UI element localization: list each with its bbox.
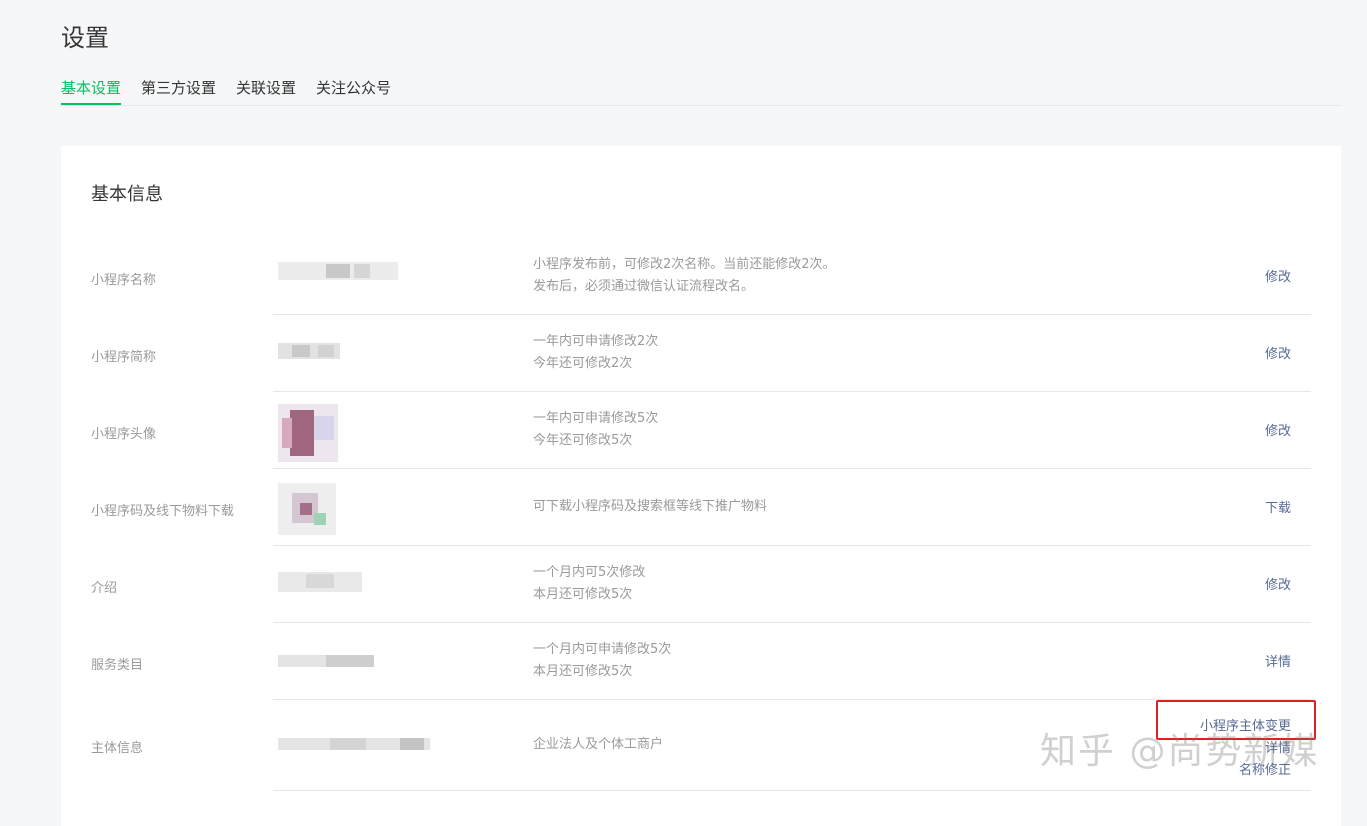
row-label: 主体信息 — [91, 741, 144, 756]
row-description: 一年内可申请修改2次 今年还可修改2次 — [533, 334, 659, 371]
row-short-name: 小程序简称 一年内可申请修改2次 今年还可修改2次 修改 — [61, 315, 1341, 392]
row-mini-program-name: 小程序名称 小程序发布前，可修改2次名称。当前还能修改2次。 发布后，必须通过微… — [61, 238, 1341, 315]
blurred-name-value — [278, 260, 408, 286]
edit-avatar-link[interactable]: 修改 — [1265, 420, 1291, 439]
row-label: 小程序码及线下物料下载 — [91, 504, 235, 519]
blurred-introduction-value — [278, 570, 368, 594]
tab-basic-settings[interactable]: 基本设置 — [61, 78, 122, 105]
row-description: 一年内可申请修改5次 今年还可修改5次 — [533, 411, 659, 448]
row-qrcode-download: 小程序码及线下物料下载 可下载小程序码及搜索框等线下推广物料 下载 — [61, 469, 1341, 546]
edit-introduction-link[interactable]: 修改 — [1265, 574, 1291, 593]
row-label: 小程序简称 — [91, 350, 157, 365]
row-service-category: 服务类目 一个月内可申请修改5次 本月还可修改5次 详情 — [61, 623, 1341, 700]
row-description: 可下载小程序码及搜索框等线下推广物料 — [533, 499, 768, 514]
blurred-category-value — [278, 653, 378, 669]
row-label: 小程序名称 — [91, 273, 157, 288]
blurred-entity-value — [278, 736, 434, 752]
page-title: 设置 — [61, 24, 109, 52]
row-avatar: 小程序头像 一年内可申请修改5次 今年还可修改5次 修改 — [61, 392, 1341, 469]
tab-third-party-settings[interactable]: 第三方设置 — [141, 78, 216, 105]
row-description: 企业法人及个体工商户 — [533, 737, 664, 752]
category-details-link[interactable]: 详情 — [1265, 651, 1291, 670]
download-link[interactable]: 下载 — [1265, 497, 1291, 516]
edit-short-name-link[interactable]: 修改 — [1265, 343, 1291, 362]
settings-tabs: 基本设置 第三方设置 关联设置 关注公众号 — [61, 78, 1341, 106]
edit-name-link[interactable]: 修改 — [1265, 266, 1291, 285]
section-title: 基本信息 — [91, 184, 163, 205]
tab-follow-official-account[interactable]: 关注公众号 — [316, 78, 391, 105]
qrcode-thumbnail — [278, 483, 342, 539]
row-description: 一个月内可5次修改 本月还可修改5次 — [533, 565, 646, 602]
watermark: 知乎 @尚势新媒 — [1040, 731, 1320, 772]
row-label: 介绍 — [91, 581, 118, 596]
row-label: 服务类目 — [91, 658, 144, 673]
row-description: 一个月内可申请修改5次 本月还可修改5次 — [533, 642, 672, 679]
tab-linked-settings[interactable]: 关联设置 — [236, 78, 296, 105]
row-divider — [273, 790, 1311, 791]
blurred-short-name-value — [278, 341, 358, 363]
avatar — [278, 404, 342, 464]
row-introduction: 介绍 一个月内可5次修改 本月还可修改5次 修改 — [61, 546, 1341, 623]
row-description: 小程序发布前，可修改2次名称。当前还能修改2次。 发布后，必须通过微信认证流程改… — [533, 257, 836, 294]
row-label: 小程序头像 — [91, 427, 157, 442]
